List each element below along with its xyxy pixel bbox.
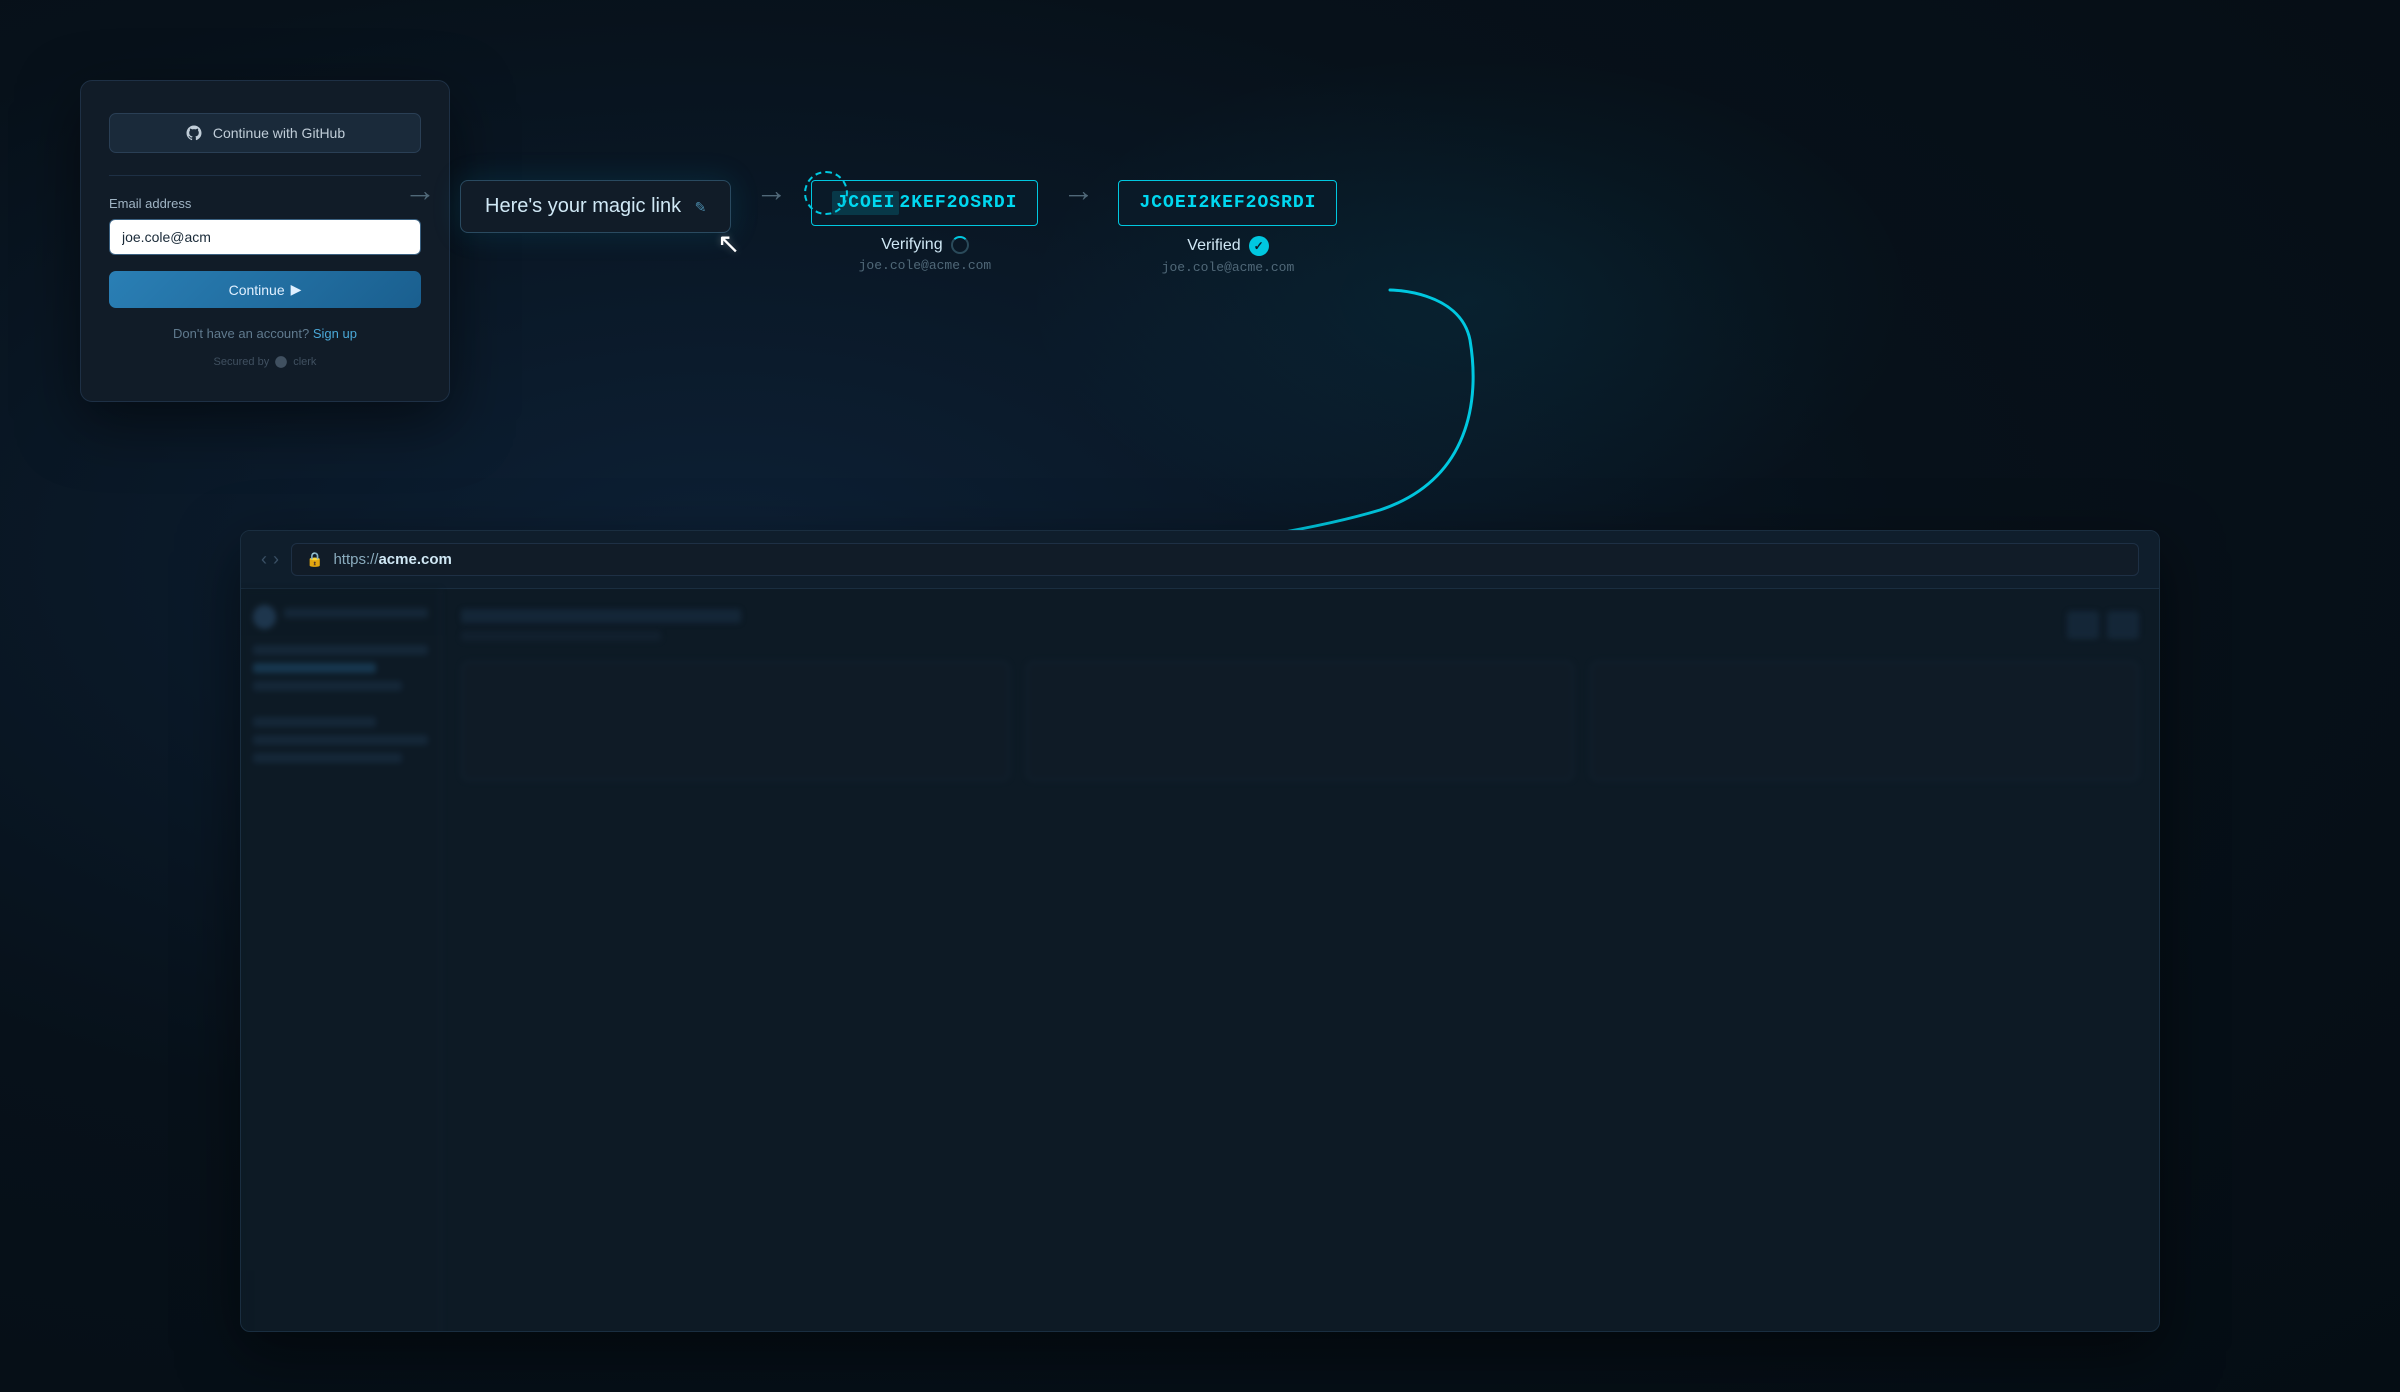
continue-button[interactable]: Continue ▶: [109, 271, 421, 308]
cursor-icon: ↖: [717, 227, 740, 260]
browser-nav-buttons: ‹ ›: [261, 549, 279, 570]
verifying-status-text: Verifying: [859, 236, 992, 254]
browser-window: ‹ › 🔒 https://acme.com: [240, 530, 2160, 1332]
main-header: [461, 609, 2139, 641]
url-domain: acme.com: [378, 551, 451, 568]
content-grid: [461, 661, 2139, 781]
sidebar-user: [253, 605, 428, 629]
back-button[interactable]: ‹: [261, 549, 267, 570]
sidebar-nav-3: [253, 681, 402, 691]
arrow-3: →: [1038, 180, 1118, 209]
arrow-2: →: [731, 180, 811, 209]
flow-arrow-1-icon: →: [404, 172, 436, 209]
sidebar-nav-4: [253, 717, 376, 727]
flow-diagram: → Here's your magic link ✎ ↖ → JCOEI2KEF…: [380, 180, 2340, 275]
content-card-2: [1026, 661, 1575, 781]
main-button-group: [2067, 611, 2139, 639]
clerk-logo-icon: [274, 355, 288, 369]
verified-check-icon: ✓: [1249, 236, 1269, 256]
clerk-label: clerk: [293, 356, 316, 368]
browser-main: [441, 589, 2159, 1332]
sign-up-label: Sign up: [313, 326, 357, 341]
browser-toolbar: ‹ › 🔒 https://acme.com: [241, 531, 2159, 589]
edit-icon: ✎: [695, 199, 707, 215]
verified-step: JCOEI2KEF2OSRDI Verified ✓ joe.cole@acme…: [1118, 180, 1337, 275]
magic-link-label: Here's your magic link: [485, 195, 681, 217]
github-icon: [185, 124, 203, 142]
verified-label: Verified: [1187, 237, 1240, 255]
lock-icon: 🔒: [306, 551, 323, 568]
token-box-verifying: JCOEI2KEF2OSRDI: [811, 180, 1038, 226]
divider: [109, 175, 421, 176]
token-box-verified: JCOEI2KEF2OSRDI: [1118, 180, 1337, 226]
verifying-email: joe.cole@acme.com: [859, 258, 992, 273]
github-btn-label: Continue with GitHub: [213, 125, 345, 141]
flow-arrow-3-icon: →: [1062, 172, 1094, 209]
secured-by-text: Secured by: [214, 356, 270, 368]
token-rest-verifying: 2KEF2OSRDI: [899, 193, 1017, 213]
sidebar-nav-1: [253, 645, 428, 655]
forward-button[interactable]: ›: [273, 549, 279, 570]
sidebar-username-block: [284, 608, 428, 618]
main-title-block: [461, 609, 741, 623]
verifying-step: JCOEI2KEF2OSRDI Verifying joe.cole@acme.…: [811, 180, 1038, 273]
content-card-1: [461, 661, 1010, 781]
continue-arrow-icon: ▶: [291, 281, 302, 298]
main-btn-1: [2067, 611, 2099, 639]
email-input[interactable]: [109, 219, 421, 255]
content-card-3: [1590, 661, 2139, 781]
main-title-area: [461, 609, 741, 641]
sidebar-nav-6: [253, 753, 402, 763]
arrow-1: →: [380, 180, 460, 209]
verified-status-text: Verified ✓: [1162, 236, 1295, 256]
sidebar-nav-2: [253, 663, 376, 673]
sidebar-avatar: [253, 605, 276, 629]
sign-up-link[interactable]: Sign up: [313, 326, 357, 341]
token-full-verified: JCOEI2KEF2OSRDI: [1139, 193, 1316, 213]
magic-link-step: Here's your magic link ✎ ↖: [460, 180, 731, 233]
continue-btn-label: Continue: [229, 282, 285, 298]
no-account-text: Don't have an account?: [173, 326, 309, 341]
no-account-section: Don't have an account? Sign up: [109, 326, 421, 341]
url-protocol: https://: [333, 551, 378, 568]
github-button[interactable]: Continue with GitHub: [109, 113, 421, 153]
email-label: Email address: [109, 196, 421, 211]
sidebar-nav-5: [253, 735, 428, 745]
browser-sidebar: [241, 589, 441, 1332]
magic-link-box: Here's your magic link ✎ ↖: [460, 180, 731, 233]
main-btn-2: [2107, 611, 2139, 639]
verifying-label: Verifying: [881, 236, 942, 254]
url-bar[interactable]: 🔒 https://acme.com: [291, 543, 2139, 576]
url-text: https://acme.com: [333, 551, 451, 568]
spinner-icon: [951, 236, 969, 254]
flow-arrow-2-icon: →: [755, 172, 787, 209]
browser-content: [241, 589, 2159, 1332]
verified-status: Verified ✓ joe.cole@acme.com: [1162, 236, 1295, 275]
secured-by-section: Secured by clerk: [109, 355, 421, 369]
main-sub-block: [461, 631, 661, 641]
verified-email: joe.cole@acme.com: [1162, 260, 1295, 275]
verifying-status: Verifying joe.cole@acme.com: [859, 236, 992, 273]
